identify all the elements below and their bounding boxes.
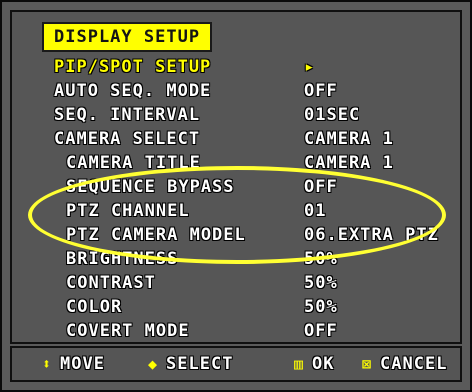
- menu-item-value: OFF: [304, 177, 338, 197]
- hint-select-label: SELECT: [166, 354, 234, 374]
- menu-item-label: PIP/SPOT SETUP: [54, 57, 212, 77]
- osd-frame: DISPLAY SETUP PIP/SPOT SETUP ▸ AUTO SEQ.…: [0, 0, 472, 392]
- menu-item-label: PTZ CHANNEL: [66, 201, 190, 221]
- menu-item-pip-spot-setup[interactable]: PIP/SPOT SETUP ▸: [12, 56, 460, 78]
- menu-item-seq-interval[interactable]: SEQ. INTERVAL 01SEC: [12, 104, 460, 126]
- menu-panel: DISPLAY SETUP PIP/SPOT SETUP ▸ AUTO SEQ.…: [10, 10, 462, 344]
- menu-item-label: COVERT MODE: [66, 321, 190, 341]
- menu-item-label: SEQUENCE BYPASS: [66, 177, 235, 197]
- menu-item-contrast[interactable]: CONTRAST 50%: [12, 272, 460, 294]
- hint-select: ◆ SELECT: [148, 350, 233, 378]
- menu-item-value: OFF: [304, 321, 338, 341]
- menu-item-ptz-channel[interactable]: PTZ CHANNEL 01: [12, 200, 460, 222]
- menu-item-value: OFF: [304, 81, 338, 101]
- menu-item-label: COLOR: [66, 297, 123, 317]
- x-box-icon: ⊠: [362, 355, 373, 373]
- left-right-arrows-icon: ◆: [148, 355, 159, 373]
- menu-item-label: SEQ. INTERVAL: [54, 105, 201, 125]
- menu-item-value: 06.EXTRA PTZ: [304, 225, 439, 245]
- menu-item-value: 50%: [304, 297, 338, 317]
- key-hint-bar: ⬍ MOVE ◆ SELECT ▥ OK ⊠ CANCEL: [10, 346, 462, 382]
- menu-item-label: PTZ CAMERA MODEL: [66, 225, 246, 245]
- menu-item-value: CAMERA 1: [304, 129, 394, 149]
- hint-move: ⬍ MOVE: [42, 350, 105, 378]
- menu-item-sequence-bypass[interactable]: SEQUENCE BYPASS OFF: [12, 176, 460, 198]
- menu-item-value: 50%: [304, 249, 338, 269]
- menu-item-camera-select[interactable]: CAMERA SELECT CAMERA 1: [12, 128, 460, 150]
- hint-cancel: ⊠ CANCEL: [362, 350, 447, 378]
- menu-item-label: CONTRAST: [66, 273, 156, 293]
- menu-item-value: 50%: [304, 273, 338, 293]
- up-down-arrows-icon: ⬍: [42, 355, 53, 373]
- menu-item-camera-title[interactable]: CAMERA TITLE CAMERA 1: [12, 152, 460, 174]
- submenu-arrow-icon: ▸: [304, 57, 316, 77]
- hint-ok-label: OK: [312, 354, 335, 374]
- display-setup-menu: PIP/SPOT SETUP ▸ AUTO SEQ. MODE OFF SEQ.…: [12, 12, 460, 342]
- menu-item-label: CAMERA SELECT: [54, 129, 201, 149]
- menu-item-covert-mode[interactable]: COVERT MODE OFF: [12, 320, 460, 342]
- hint-cancel-label: CANCEL: [380, 354, 448, 374]
- menu-item-value: 01: [304, 201, 327, 221]
- menu-item-color[interactable]: COLOR 50%: [12, 296, 460, 318]
- menu-item-auto-seq-mode[interactable]: AUTO SEQ. MODE OFF: [12, 80, 460, 102]
- menu-item-brightness[interactable]: BRIGHTNESS 50%: [12, 248, 460, 270]
- square-icon: ▥: [294, 355, 305, 373]
- menu-item-value: 01SEC: [304, 105, 361, 125]
- menu-item-ptz-camera-model[interactable]: PTZ CAMERA MODEL 06.EXTRA PTZ: [12, 224, 460, 246]
- menu-item-label: BRIGHTNESS: [66, 249, 179, 269]
- hint-move-label: MOVE: [60, 354, 105, 374]
- menu-item-value: CAMERA 1: [304, 153, 394, 173]
- hint-ok: ▥ OK: [294, 350, 335, 378]
- menu-item-label: AUTO SEQ. MODE: [54, 81, 212, 101]
- menu-item-label: CAMERA TITLE: [66, 153, 201, 173]
